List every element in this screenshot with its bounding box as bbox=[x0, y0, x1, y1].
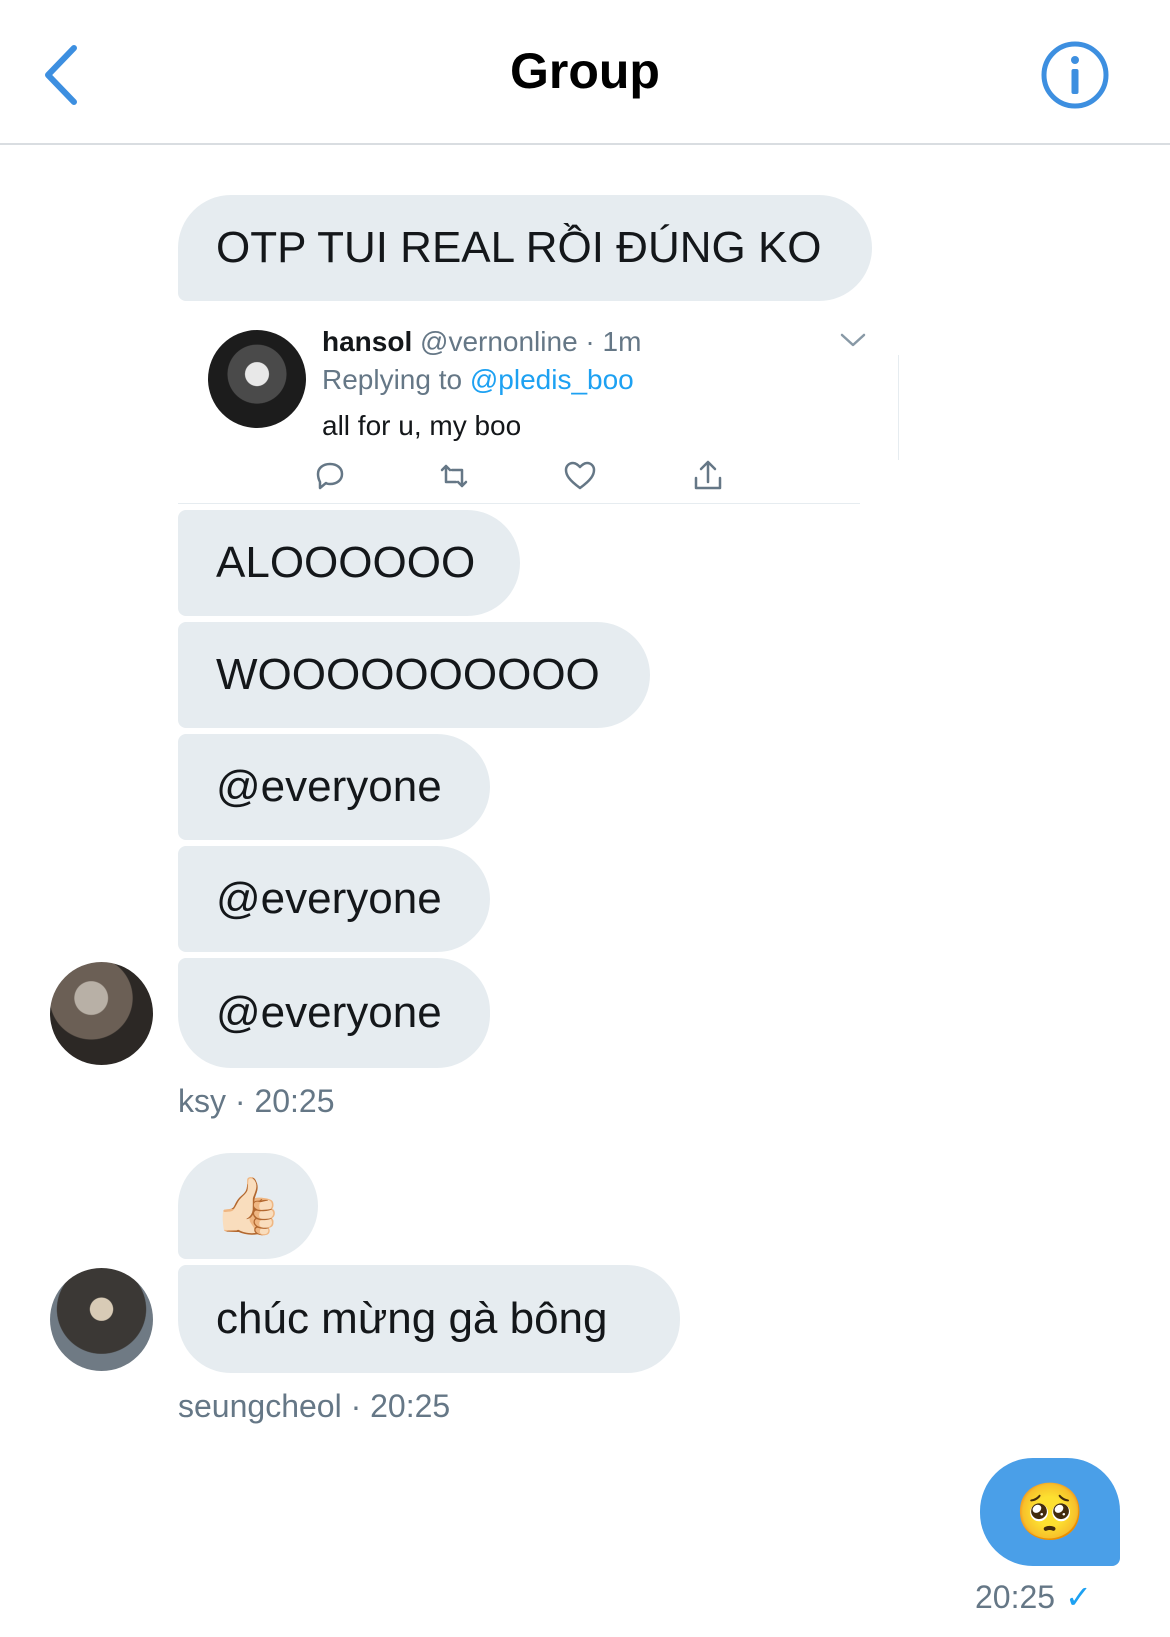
conversation-header: Group bbox=[0, 0, 1170, 145]
tweet-author-handle: @vernonline bbox=[420, 326, 578, 357]
tweet-time: · 1m bbox=[585, 326, 642, 357]
message-text: @everyone bbox=[216, 762, 442, 811]
message-text: OTP TUI REAL RỒI ĐÚNG KO bbox=[216, 223, 822, 272]
tweet-author-avatar[interactable] bbox=[208, 330, 306, 428]
reply-icon[interactable] bbox=[312, 458, 348, 494]
message-bubble[interactable]: chúc mừng gà bông bbox=[178, 1265, 680, 1373]
like-icon[interactable] bbox=[562, 458, 598, 494]
message-text: @everyone bbox=[216, 988, 442, 1037]
tweet-replying-to: Replying to @pledis_boo bbox=[322, 364, 634, 396]
my-message-meta: 20:25 ✓ bbox=[975, 1578, 1092, 1616]
pleading-face-emoji: 🥺 bbox=[1015, 1480, 1085, 1543]
tweet-text: all for u, my boo bbox=[322, 410, 522, 441]
message-bubble[interactable]: OTP TUI REAL RỒI ĐÚNG KO bbox=[178, 195, 872, 301]
tweet-author: hansol @vernonline · 1m bbox=[322, 326, 641, 358]
message-text: WOOOOOOOOOO bbox=[216, 650, 600, 699]
replying-handle-link[interactable]: @pledis_boo bbox=[470, 364, 634, 395]
my-message-time: 20:25 bbox=[975, 1579, 1056, 1615]
checkmark-icon: ✓ bbox=[1065, 1579, 1092, 1615]
embedded-tweet-card[interactable]: hansol @vernonline · 1m Replying to @ple… bbox=[178, 308, 866, 504]
message-text: chúc mừng gà bông bbox=[216, 1294, 608, 1343]
message-bubble-emoji[interactable]: 👍🏻 bbox=[178, 1153, 318, 1259]
message-meta-seungcheol: seungcheol · 20:25 bbox=[178, 1388, 451, 1424]
retweet-icon[interactable] bbox=[436, 458, 472, 494]
info-button[interactable] bbox=[1040, 40, 1110, 110]
message-bubble[interactable]: @everyone bbox=[178, 958, 490, 1068]
message-bubble[interactable]: @everyone bbox=[178, 734, 490, 840]
message-bubble[interactable]: ALOOOOOO bbox=[178, 510, 520, 616]
sender-avatar-seungcheol[interactable] bbox=[50, 1268, 153, 1371]
sender-avatar-ksy[interactable] bbox=[50, 962, 153, 1065]
conversation-title: Group bbox=[510, 43, 660, 99]
tweet-author-name: hansol bbox=[322, 326, 413, 357]
my-message-bubble[interactable]: 🥺 bbox=[980, 1458, 1120, 1566]
message-text: @everyone bbox=[216, 874, 442, 923]
replying-prefix: Replying to bbox=[322, 364, 463, 395]
thumbs-up-emoji: 👍🏻 bbox=[213, 1174, 283, 1237]
share-icon[interactable] bbox=[690, 458, 726, 494]
tweet-card-border bbox=[898, 355, 899, 460]
message-text: ALOOOOOO bbox=[216, 538, 476, 587]
chevron-down-icon[interactable] bbox=[838, 328, 868, 352]
info-circle-icon bbox=[1041, 41, 1109, 109]
message-meta-ksy: ksy · 20:25 bbox=[178, 1083, 335, 1119]
message-bubble[interactable]: WOOOOOOOOOO bbox=[178, 622, 650, 728]
message-bubble[interactable]: @everyone bbox=[178, 846, 490, 952]
